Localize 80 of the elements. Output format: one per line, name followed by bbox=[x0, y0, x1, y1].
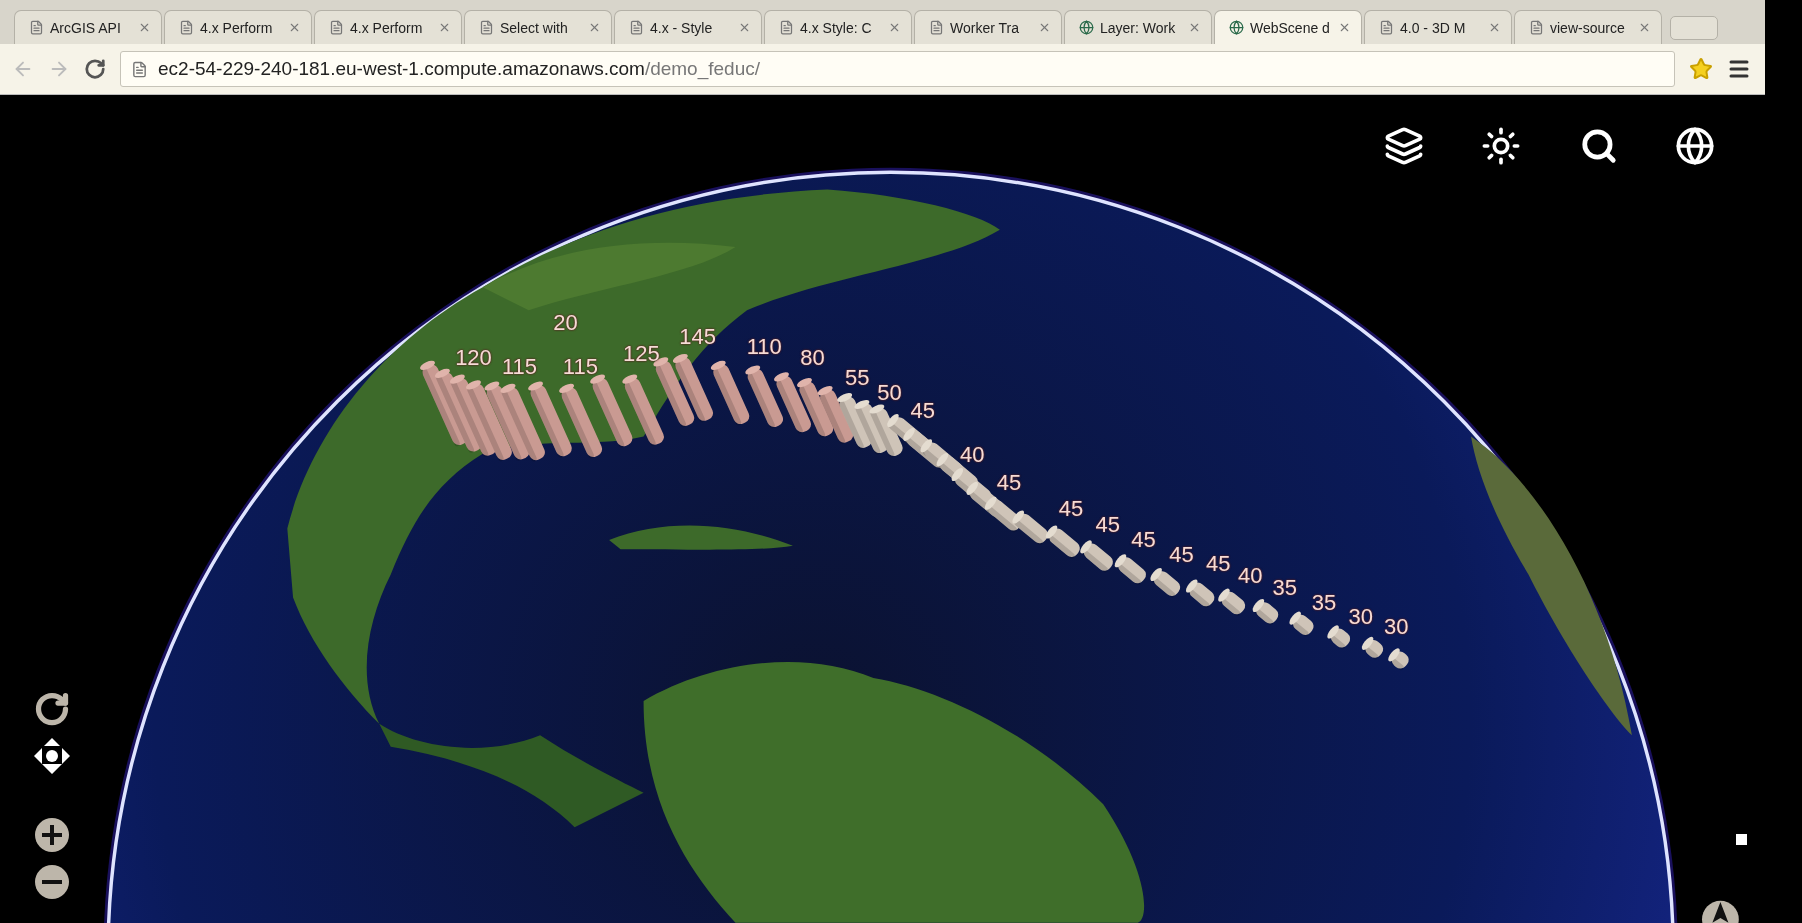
zoom-out-icon[interactable] bbox=[33, 864, 70, 901]
wind-speed-label: 145 bbox=[679, 323, 716, 350]
bookmark-star-icon[interactable] bbox=[1689, 57, 1713, 81]
wind-speed-label: 110 bbox=[746, 334, 782, 360]
tab-title: view-source bbox=[1550, 19, 1626, 36]
browser-tab[interactable]: ArcGIS API bbox=[14, 10, 162, 44]
sun-icon[interactable] bbox=[1480, 125, 1521, 166]
browser-tab[interactable]: WebScene d bbox=[1214, 10, 1362, 44]
wind-speed-label: 45 bbox=[1058, 496, 1084, 522]
browser-tab[interactable]: 4.x Perform bbox=[314, 10, 462, 44]
wind-speed-label: 115 bbox=[562, 353, 598, 380]
close-icon[interactable] bbox=[1038, 21, 1051, 34]
wind-speed-label: 45 bbox=[1131, 527, 1156, 553]
tab-title: 4.x Style: C bbox=[800, 19, 873, 36]
close-icon[interactable] bbox=[438, 21, 451, 34]
tab-title: Layer: Work bbox=[1100, 19, 1177, 36]
compass-icon[interactable] bbox=[1702, 900, 1739, 923]
browser-tab[interactable]: 4.x Style: C bbox=[764, 10, 912, 44]
layers-icon[interactable] bbox=[1384, 125, 1425, 166]
browser-tab[interactable]: 4.x - Style bbox=[614, 10, 762, 44]
page-icon bbox=[29, 20, 44, 35]
wind-speed-label: 45 bbox=[996, 469, 1022, 496]
wind-speed-label: 120 bbox=[455, 345, 492, 372]
page-icon bbox=[629, 20, 644, 35]
globe-icon bbox=[1079, 20, 1094, 35]
wind-speed-label: 55 bbox=[845, 365, 870, 391]
globe-icon[interactable] bbox=[1675, 125, 1716, 166]
browser-tab[interactable]: 4.x Perform bbox=[164, 10, 312, 44]
wind-speed-label: 30 bbox=[1384, 614, 1409, 641]
globe-icon bbox=[1229, 20, 1244, 35]
tab-title: Worker Tra bbox=[950, 19, 1020, 36]
browser-tab[interactable]: Worker Tra bbox=[914, 10, 1062, 44]
wind-speed-label: 35 bbox=[1311, 590, 1337, 617]
page-icon bbox=[479, 20, 494, 35]
close-icon[interactable] bbox=[138, 21, 151, 34]
tab-title: 4.x - Style bbox=[650, 19, 714, 36]
wind-speed-label: 45 bbox=[1169, 541, 1194, 568]
page-icon bbox=[1529, 20, 1544, 35]
tab-title: ArcGIS API bbox=[50, 19, 122, 36]
zoom-in-icon[interactable] bbox=[33, 817, 70, 854]
close-icon[interactable] bbox=[738, 21, 751, 34]
close-icon[interactable] bbox=[1188, 21, 1201, 34]
wind-speed-label: 45 bbox=[1095, 512, 1121, 539]
page-icon bbox=[929, 20, 944, 35]
wind-speed-label: 40 bbox=[960, 442, 985, 468]
browser-tab[interactable]: view-source bbox=[1514, 10, 1662, 44]
rotate-icon[interactable] bbox=[33, 690, 70, 727]
address-bar[interactable]: ec2-54-229-240-181.eu-west-1.compute.amazonaws.com/demo_feduc/ bbox=[120, 51, 1675, 87]
page-icon bbox=[179, 20, 194, 35]
wind-speed-label: 45 bbox=[910, 398, 936, 425]
search-icon[interactable] bbox=[1579, 126, 1618, 165]
close-icon[interactable] bbox=[888, 21, 901, 34]
tab-title: 4.0 - 3D M bbox=[1400, 19, 1467, 36]
wind-speed-label: 45 bbox=[1205, 551, 1231, 578]
page-icon bbox=[779, 20, 794, 35]
close-icon[interactable] bbox=[588, 21, 601, 34]
reload-button[interactable] bbox=[84, 58, 106, 80]
wind-speed-label: 125 bbox=[622, 340, 660, 367]
wind-speed-label: 35 bbox=[1272, 575, 1298, 602]
page-icon bbox=[1379, 20, 1394, 35]
wind-speed-label: 20 bbox=[553, 309, 578, 336]
tab-title: 4.x Perform bbox=[200, 19, 274, 36]
browser-tab[interactable]: 4.0 - 3D M bbox=[1364, 10, 1512, 44]
page-icon bbox=[131, 60, 148, 78]
close-icon[interactable] bbox=[1338, 21, 1351, 34]
tab-title: Select with bbox=[500, 19, 569, 36]
close-icon[interactable] bbox=[288, 21, 301, 34]
wind-speed-label: 30 bbox=[1348, 604, 1373, 630]
tab-title: 4.x Perform bbox=[350, 19, 424, 36]
tab-title: WebScene d bbox=[1250, 19, 1331, 36]
close-icon[interactable] bbox=[1488, 21, 1501, 34]
wind-speed-label: 115 bbox=[501, 353, 537, 380]
legend-toggle-icon[interactable] bbox=[1736, 834, 1747, 845]
wind-speed-label: 50 bbox=[877, 379, 902, 406]
close-icon[interactable] bbox=[1638, 21, 1651, 34]
wind-speed-label: 40 bbox=[1238, 562, 1263, 589]
browser-tab[interactable]: Layer: Work bbox=[1064, 10, 1212, 44]
page-icon bbox=[329, 20, 344, 35]
browser-tab[interactable]: Select with bbox=[464, 10, 612, 44]
wind-speed-label: 80 bbox=[800, 345, 825, 372]
